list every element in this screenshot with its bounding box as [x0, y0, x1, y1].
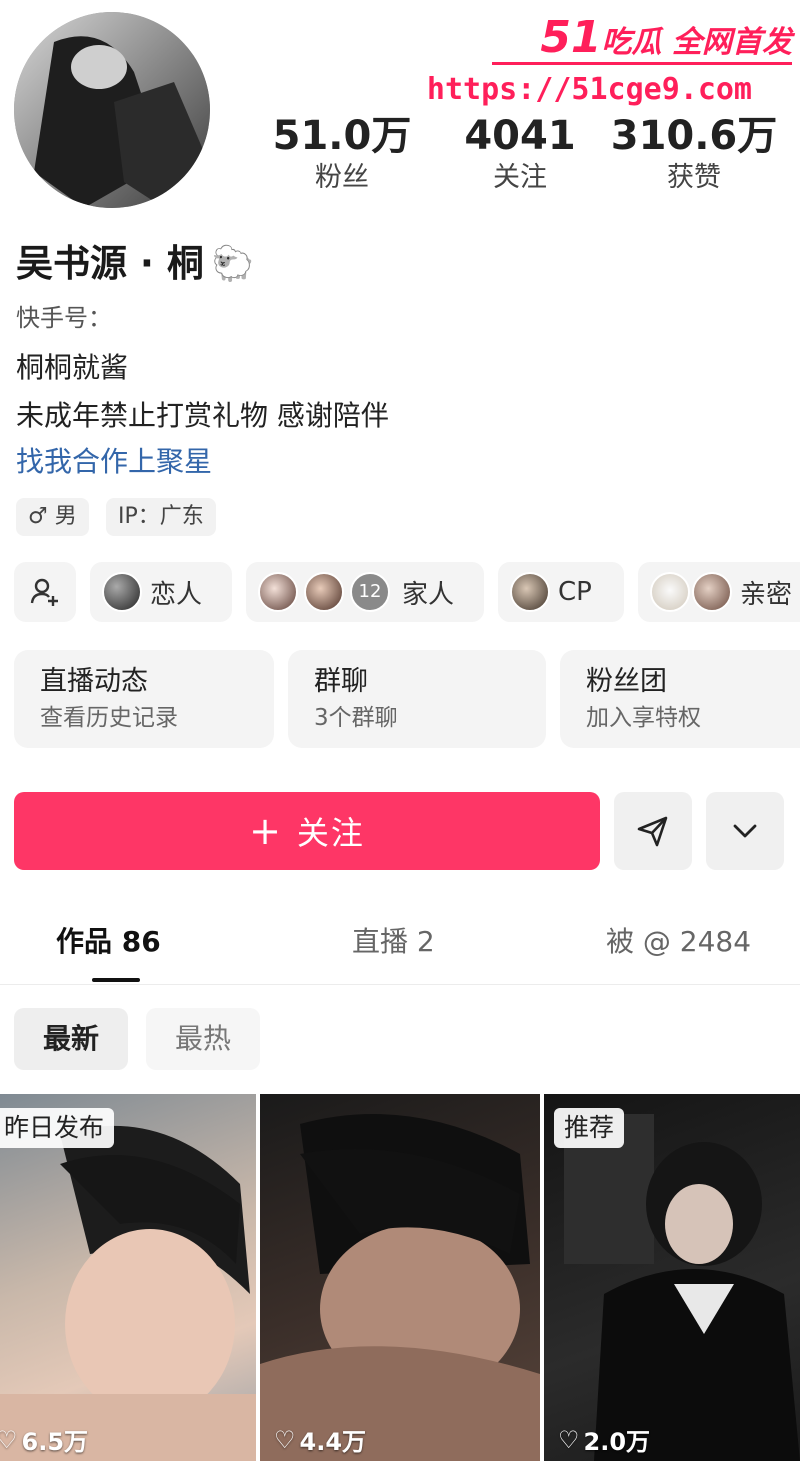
card-live-updates[interactable]: 直播动态 查看历史记录	[14, 650, 274, 748]
add-user-icon	[30, 578, 58, 606]
more-options-button[interactable]	[706, 792, 784, 870]
card-subtitle: 查看历史记录	[40, 705, 178, 731]
sort-hottest[interactable]: 最热	[146, 1008, 260, 1070]
send-icon	[637, 816, 668, 847]
card-title: 群聊	[314, 666, 368, 697]
card-title: 直播动态	[40, 666, 148, 697]
stat-fans[interactable]: 51.0万 粉丝	[252, 112, 432, 196]
close-avatar	[692, 572, 732, 612]
stat-label: 关注	[493, 162, 547, 193]
relation-cp[interactable]: CP	[498, 562, 624, 622]
gender-text: 男	[54, 504, 77, 529]
heart-icon: ♡	[274, 1425, 296, 1454]
heart-icon: ♡	[558, 1425, 580, 1454]
likes-count: 4.4万	[299, 1428, 367, 1456]
profile-name: 吴书源 · 桐 🐑	[16, 236, 254, 292]
profile-name-text: 吴书源 · 桐	[16, 242, 204, 285]
bio-line: 未成年禁止打赏礼物 感谢陪伴	[16, 399, 389, 432]
relation-label: 亲密	[740, 579, 793, 610]
tab-mentions[interactable]: 被 @ 2484	[606, 920, 751, 964]
watermark: 51吃瓜 全网首发 https://51cge9.com	[427, 12, 792, 112]
kuaishou-id: 快手号：	[16, 304, 112, 332]
stat-value: 310.6万	[610, 113, 778, 159]
stat-following[interactable]: 4041 关注	[430, 112, 610, 196]
video-photo-icon	[0, 1125, 256, 1461]
sort-newest[interactable]: 最新	[14, 1008, 128, 1070]
lover-avatar	[102, 572, 142, 612]
avatar-photo-icon	[14, 12, 210, 208]
bio-line: 桐桐就酱	[16, 351, 129, 384]
card-subtitle: 3个群聊	[314, 705, 398, 731]
cp-avatar	[510, 572, 550, 612]
video-likes: ♡ 6.5万	[0, 1422, 88, 1457]
card-fan-club[interactable]: 粉丝团 加入享特权	[560, 650, 800, 748]
tab-live[interactable]: 直播 2	[352, 920, 435, 964]
card-group-chat[interactable]: 群聊 3个群聊	[288, 650, 546, 748]
video-likes: ♡ 2.0万	[558, 1422, 650, 1457]
gender-tag: ♂ 男	[16, 498, 89, 536]
likes-count: 2.0万	[583, 1428, 651, 1456]
sheep-emoji-icon: 🐑	[211, 244, 255, 284]
stat-label: 粉丝	[315, 162, 369, 193]
watermark-line	[492, 62, 792, 65]
relation-family[interactable]: 12 家人	[246, 562, 484, 622]
watermark-url: https://51cge9.com	[426, 72, 752, 107]
divider	[0, 984, 800, 985]
video-thumbnail[interactable]: 推荐 ♡ 2.0万	[544, 1094, 800, 1461]
family-avatar	[258, 572, 298, 612]
stat-likes[interactable]: 310.6万 获赞	[604, 112, 784, 196]
follow-label: 关注	[296, 814, 365, 852]
stat-value: 4041	[464, 113, 576, 159]
card-subtitle: 加入享特权	[586, 705, 701, 731]
family-avatar	[304, 572, 344, 612]
video-photo-icon	[260, 1114, 540, 1461]
close-avatar	[650, 572, 690, 612]
watermark-brand: 51吃瓜 全网首发	[540, 12, 792, 63]
family-count-badge: 12	[350, 572, 390, 612]
follow-button[interactable]: + 关注	[14, 792, 600, 870]
card-title: 粉丝团	[586, 666, 667, 697]
video-photo-icon	[564, 1114, 800, 1461]
add-friend-button[interactable]	[14, 562, 76, 622]
tab-indicator	[92, 978, 140, 982]
likes-count: 6.5万	[21, 1428, 89, 1456]
stat-value: 51.0万	[272, 113, 412, 159]
relation-label: 家人	[402, 579, 455, 610]
profile-avatar[interactable]	[14, 12, 210, 208]
video-thumbnail[interactable]: 昨日发布 ♡ 6.5万	[0, 1094, 256, 1461]
relation-label: 恋人	[150, 579, 203, 610]
cooperation-link[interactable]: 找我合作上聚星	[16, 440, 212, 480]
relation-label: CP	[558, 577, 592, 607]
chevron-down-icon	[733, 824, 757, 838]
ip-tag: IP：广东	[106, 498, 216, 536]
male-icon: ♂	[28, 504, 48, 529]
relation-close[interactable]: 亲密	[638, 562, 800, 622]
tab-works[interactable]: 作品 86	[56, 920, 161, 964]
plus-icon: +	[249, 809, 283, 853]
stat-label: 获赞	[667, 162, 721, 193]
heart-icon: ♡	[0, 1425, 18, 1454]
relation-lover[interactable]: 恋人	[90, 562, 232, 622]
video-tag: 昨日发布	[0, 1108, 115, 1148]
video-likes: ♡ 4.4万	[274, 1422, 366, 1457]
video-thumbnail[interactable]: ♡ 4.4万	[260, 1094, 540, 1461]
video-tag: 推荐	[554, 1108, 625, 1148]
message-button[interactable]	[614, 792, 692, 870]
